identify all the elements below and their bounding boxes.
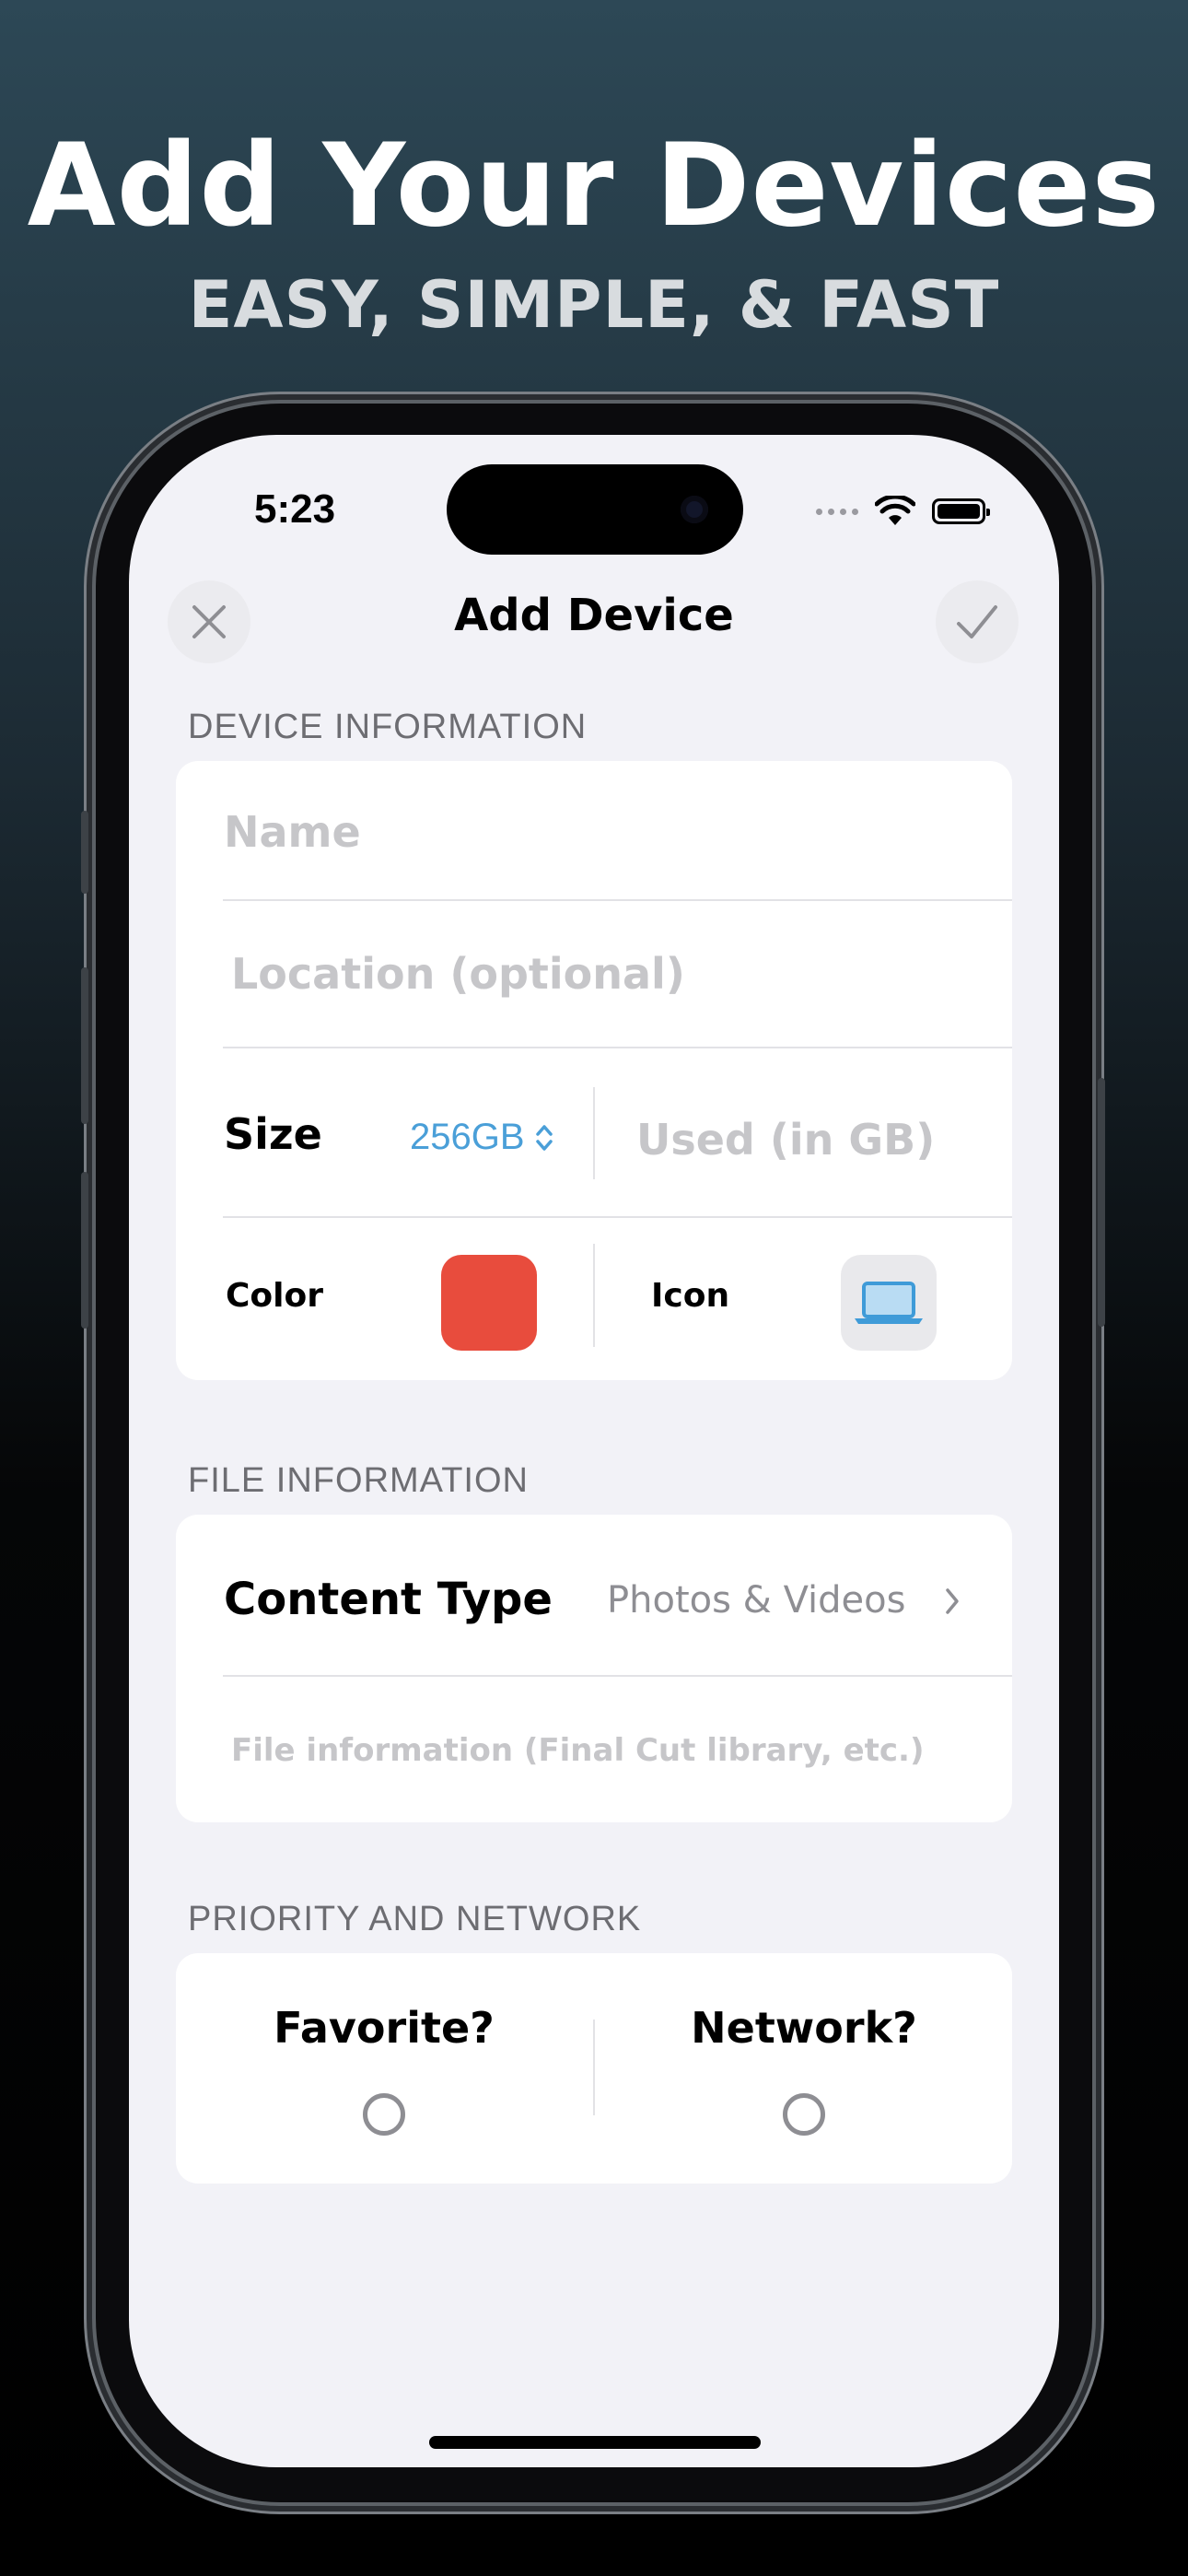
front-camera [681, 496, 708, 523]
page-title: Add Device [454, 590, 734, 641]
divider [223, 1675, 1012, 1677]
favorite-label: Favorite? [274, 2003, 495, 2053]
used-field[interactable]: Used (in GB) [636, 1115, 935, 1165]
network-radio[interactable] [783, 2093, 825, 2136]
divider [223, 899, 1012, 901]
battery-icon [932, 498, 990, 524]
icon-picker[interactable] [841, 1255, 937, 1351]
divider [223, 1047, 1012, 1048]
home-indicator [429, 2436, 761, 2449]
power-button [1098, 1078, 1105, 1327]
name-field[interactable]: Name [224, 807, 361, 857]
priority-network-card: Favorite? Network? [176, 1953, 1012, 2184]
network-label: Network? [691, 2003, 917, 2053]
wifi-icon [875, 496, 915, 525]
content-type-value: Photos & Videos [607, 1579, 906, 1622]
cellular-dots-icon [816, 508, 858, 515]
divider [593, 2020, 595, 2115]
icon-label: Icon [651, 1277, 730, 1315]
color-label: Color [226, 1277, 323, 1315]
section-header-file-information: FILE INFORMATION [188, 1461, 529, 1500]
favorite-radio[interactable] [363, 2093, 405, 2136]
hero-subtitle: EASY, SIMPLE, & FAST [188, 267, 1000, 343]
size-picker[interactable]: 256GB [410, 1117, 554, 1158]
file-information-card: Content Type Photos & Videos File inform… [176, 1515, 1012, 1822]
confirm-button[interactable] [936, 580, 1019, 663]
volume-up-button [81, 967, 88, 1124]
device-information-card: Name Location (optional) Size 256GB Used… [176, 761, 1012, 1380]
action-button [81, 811, 88, 894]
laptop-icon [855, 1282, 923, 1324]
divider [223, 1216, 1012, 1218]
status-icons [816, 496, 990, 527]
divider [593, 1087, 595, 1179]
color-swatch[interactable] [441, 1255, 537, 1351]
section-header-device-information: DEVICE INFORMATION [188, 708, 588, 746]
volume-down-button [81, 1172, 88, 1329]
section-header-priority-network: PRIORITY AND NETWORK [188, 1900, 642, 1938]
size-label: Size [224, 1109, 322, 1159]
chevron-up-down-icon [535, 1124, 553, 1151]
chevron-right-icon [946, 1588, 959, 1614]
location-field[interactable]: Location (optional) [231, 949, 685, 999]
status-time: 5:23 [254, 486, 336, 532]
size-value: 256GB [410, 1117, 525, 1157]
hero-title: Add Your Devices [27, 120, 1161, 252]
content-type-row[interactable]: Content Type Photos & Videos [176, 1515, 1012, 1675]
file-info-field[interactable]: File information (Final Cut library, etc… [231, 1732, 925, 1769]
checkmark-icon [957, 605, 997, 638]
phone-screen: 5:23 Add Device DEVICE INFORMATION Name … [129, 435, 1059, 2467]
dynamic-island [447, 464, 743, 555]
content-type-label: Content Type [224, 1574, 553, 1625]
divider [593, 1244, 595, 1347]
